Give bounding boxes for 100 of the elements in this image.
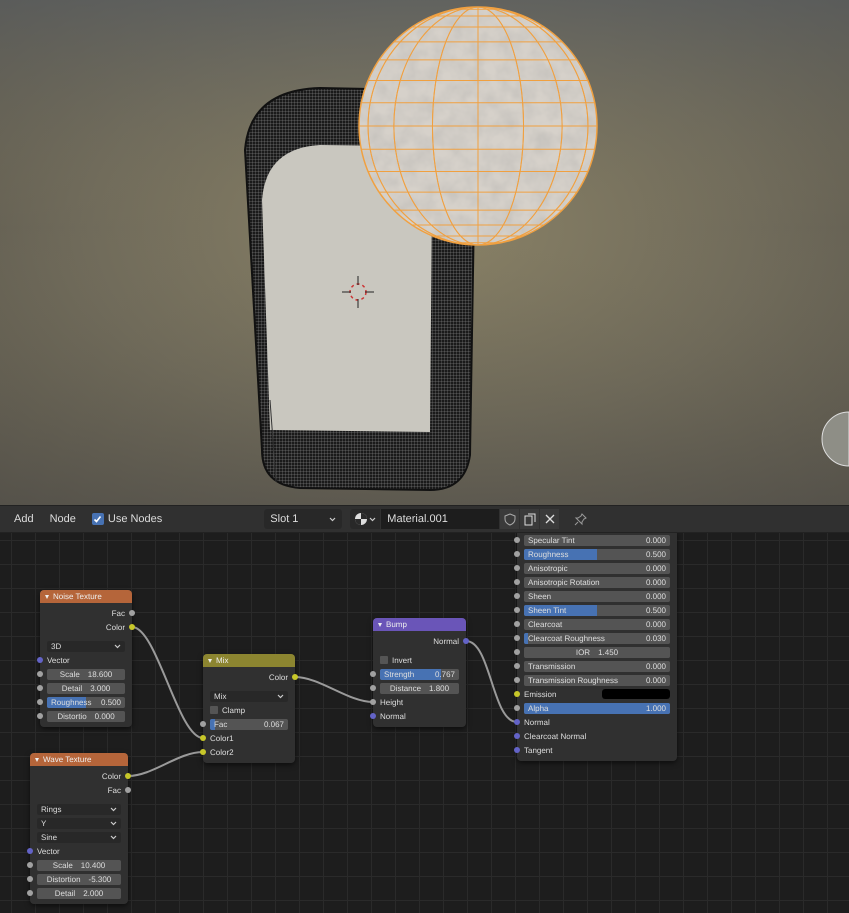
fake-user-button[interactable] [500, 509, 520, 529]
pin-icon [574, 512, 588, 526]
socket-dot[interactable] [514, 621, 520, 627]
dropdown-field[interactable]: Rings [37, 804, 121, 814]
3d-cursor-icon [342, 276, 374, 308]
socket-dot[interactable] [129, 610, 135, 616]
checkbox[interactable] [210, 706, 218, 714]
duplicate-button[interactable] [520, 509, 540, 529]
socket-dot[interactable] [27, 862, 33, 868]
socket-dot[interactable] [514, 579, 520, 585]
socket-label: Fac [112, 608, 125, 618]
socket-label: Color1 [210, 734, 234, 742]
node-panel[interactable] [517, 533, 677, 761]
node-header[interactable]: Wave Texture [30, 753, 128, 766]
node-title: Wave Texture [43, 755, 92, 764]
dropdown-field[interactable]: Y [37, 818, 121, 828]
collapse-caret-icon[interactable] [35, 758, 39, 762]
socket-dot[interactable] [370, 671, 376, 677]
number-field[interactable]: Distortion -5.300 [37, 874, 121, 884]
dropdown-field[interactable]: 3D [47, 640, 125, 652]
socket-dot[interactable] [125, 773, 131, 779]
chevron-icon [110, 834, 117, 840]
slider-field[interactable]: Specular Tint 0.000 [524, 534, 670, 546]
socket-dot[interactable] [514, 677, 520, 683]
slider-field[interactable]: Transmission 0.000 [524, 660, 670, 672]
socket-dot[interactable] [125, 787, 131, 793]
slider-field[interactable]: Sheen 0.000 [524, 590, 670, 602]
checkbox-label: Clamp [222, 706, 246, 714]
shield-icon [504, 512, 516, 526]
slider-field[interactable]: Clearcoat Roughness 0.030 [524, 632, 670, 644]
socket-dot[interactable] [514, 663, 520, 669]
slider-field[interactable]: Anisotropic Rotation 0.000 [524, 576, 670, 588]
slot-dropdown[interactable]: Slot 1 [264, 509, 342, 529]
chevron-icon [110, 806, 117, 812]
slider-field[interactable]: Roughness 0.500 [524, 548, 670, 560]
socket-dot[interactable] [514, 747, 520, 753]
socket-dot[interactable] [37, 657, 43, 663]
socket-dot[interactable] [37, 671, 43, 677]
slider-field[interactable]: Transmission Roughness 0.000 [524, 674, 670, 686]
number-field[interactable]: Scale 10.400 [37, 860, 121, 870]
number-field[interactable]: Detail 2.000 [37, 888, 121, 898]
duplicate-icon [524, 512, 536, 526]
socket-dot[interactable] [37, 713, 43, 719]
collapse-caret-icon[interactable] [208, 658, 212, 662]
chevron-icon [277, 694, 284, 698]
socket-dot[interactable] [200, 735, 206, 741]
socket-dot[interactable] [37, 685, 43, 691]
socket-dot[interactable] [129, 624, 135, 630]
socket-dot[interactable] [27, 848, 33, 854]
socket-dot[interactable] [514, 635, 520, 641]
socket-dot[interactable] [514, 607, 520, 613]
socket-dot[interactable] [370, 699, 376, 705]
slider-field[interactable]: Sheen Tint 0.500 [524, 604, 670, 616]
socket-label: Height [380, 698, 404, 706]
dropdown-field[interactable]: Mix [210, 690, 288, 702]
node-header[interactable]: Noise Texture [40, 590, 132, 603]
number-field[interactable]: IOR 1.450 [524, 646, 670, 658]
node-header[interactable]: Bump [373, 618, 466, 631]
collapse-caret-icon[interactable] [45, 594, 49, 598]
socket-dot[interactable] [514, 719, 520, 725]
socket-dot[interactable] [514, 551, 520, 557]
socket-dot[interactable] [37, 699, 43, 705]
socket-dot[interactable] [27, 876, 33, 882]
socket-dot[interactable] [514, 565, 520, 571]
close-button[interactable] [540, 509, 560, 529]
slider-field[interactable]: Anisotropic 0.000 [524, 562, 670, 574]
socket-dot[interactable] [200, 749, 206, 755]
socket-dot[interactable] [463, 638, 469, 644]
socket-dot[interactable] [370, 685, 376, 691]
number-field[interactable]: Distance 1.800 [380, 682, 459, 694]
socket-label: Vector [47, 656, 70, 664]
socket-dot[interactable] [370, 713, 376, 719]
material-sphere-icon [354, 512, 368, 526]
menu-button[interactable]: Node [44, 510, 82, 528]
node-header[interactable]: Mix [203, 654, 295, 667]
socket-dot[interactable] [514, 593, 520, 599]
socket-dot[interactable] [514, 733, 520, 739]
number-field[interactable]: Detail 3.000 [47, 682, 125, 694]
slider-field[interactable]: Clearcoat 0.000 [524, 618, 670, 630]
socket-dot[interactable] [514, 649, 520, 655]
socket-dot[interactable] [514, 705, 520, 711]
socket-dot[interactable] [514, 537, 520, 543]
material-browse-button[interactable] [350, 509, 380, 529]
number-field[interactable]: Distortio 0.000 [47, 710, 125, 722]
dropdown-field[interactable]: Sine [37, 832, 121, 842]
collapse-caret-icon[interactable] [378, 622, 382, 626]
chevron-icon [114, 644, 121, 648]
number-field[interactable]: Scale 18.600 [47, 668, 125, 680]
socket-label: Vector [37, 846, 60, 856]
socket-dot[interactable] [27, 890, 33, 896]
node-panel[interactable]: Wave Texture Color Fac Rings Y Sine Vector Scale 10.400 Distortion -5.300 Detail 2.000 [30, 753, 128, 904]
socket-dot[interactable] [200, 721, 206, 727]
socket-dot[interactable] [292, 674, 298, 680]
color-swatch[interactable] [602, 689, 670, 699]
menu-button[interactable]: Add [8, 510, 40, 528]
checkbox[interactable] [92, 513, 104, 525]
material-name-field[interactable]: Material.001 [381, 509, 500, 529]
slider-field[interactable]: Alpha 1.000 [524, 702, 670, 714]
checkbox[interactable] [380, 656, 388, 664]
socket-dot[interactable] [514, 691, 520, 697]
